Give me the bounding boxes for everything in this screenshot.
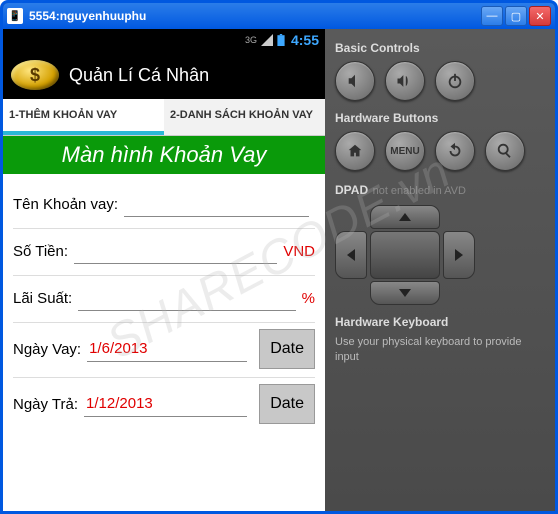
loan-name-label: Tên Khoản vay: [13,196,118,213]
volume-up-button[interactable] [385,61,425,101]
minimize-button[interactable]: — [481,6,503,26]
phone-screen: 3G 4:55 $ Quản Lí Cá Nhân 1-THÊM KHOẢN V… [3,29,325,511]
dpad-title: DPAD [335,183,368,197]
loan-form: Tên Khoản vay: Số Tiền: VND Lãi Suất: % [3,174,325,438]
screen-title: Màn hình Khoản Vay [3,136,325,174]
status-bar: 3G 4:55 [3,29,325,51]
tab-loan-list[interactable]: 2-DANH SÁCH KHOẢN VAY [164,99,325,135]
pay-date-label: Ngày Trả: [13,396,78,413]
titlebar: 📱 5554:nguyenhuuphu — ▢ ✕ [3,3,555,29]
search-button[interactable] [485,131,525,171]
app-title: Quản Lí Cá Nhân [69,65,209,86]
keyboard-message: Use your physical keyboard to provide in… [335,335,545,366]
power-button[interactable] [435,61,475,101]
emulator-icon: 📱 [7,8,23,24]
dpad-left-button[interactable] [335,231,367,279]
back-button[interactable] [435,131,475,171]
app-bar: $ Quản Lí Cá Nhân [3,51,325,99]
keyboard-title: Hardware Keyboard [335,315,545,329]
dpad [335,205,475,305]
dpad-up-button[interactable] [370,205,440,229]
network-label: 3G [245,35,257,45]
home-button[interactable] [335,131,375,171]
dpad-down-button[interactable] [370,281,440,305]
amount-label: Số Tiền: [13,243,68,260]
clock: 4:55 [291,32,319,48]
tab-bar: 1-THÊM KHOẢN VAY 2-DANH SÁCH KHOẢN VAY [3,99,325,136]
close-button[interactable]: ✕ [529,6,551,26]
dpad-right-button[interactable] [443,231,475,279]
rate-label: Lãi Suất: [13,290,72,307]
maximize-button[interactable]: ▢ [505,6,527,26]
borrow-date-button[interactable]: Date [259,329,315,369]
battery-icon [277,34,285,46]
rate-unit: % [302,290,315,307]
volume-down-button[interactable] [335,61,375,101]
pay-date-button[interactable]: Date [259,384,315,424]
tab-add-loan[interactable]: 1-THÊM KHOẢN VAY [3,99,164,135]
pay-date-input[interactable] [84,391,247,417]
rate-input[interactable] [78,285,295,311]
loan-name-input[interactable] [124,191,309,217]
signal-icon [261,34,273,46]
amount-unit: VND [283,243,315,260]
borrow-date-label: Ngày Vay: [13,341,81,358]
borrow-date-input[interactable] [87,336,247,362]
app-logo-icon: $ [11,60,59,90]
hardware-buttons-title: Hardware Buttons [335,111,545,125]
amount-input[interactable] [74,238,277,264]
menu-button[interactable]: MENU [385,131,425,171]
dpad-status: not enabled in AVD [373,185,466,197]
window-title: 5554:nguyenhuuphu [29,9,481,23]
basic-controls-title: Basic Controls [335,41,545,55]
emulator-controls: Basic Controls Hardware Buttons MENU DPA… [325,29,555,511]
dpad-center-button[interactable] [370,231,440,279]
